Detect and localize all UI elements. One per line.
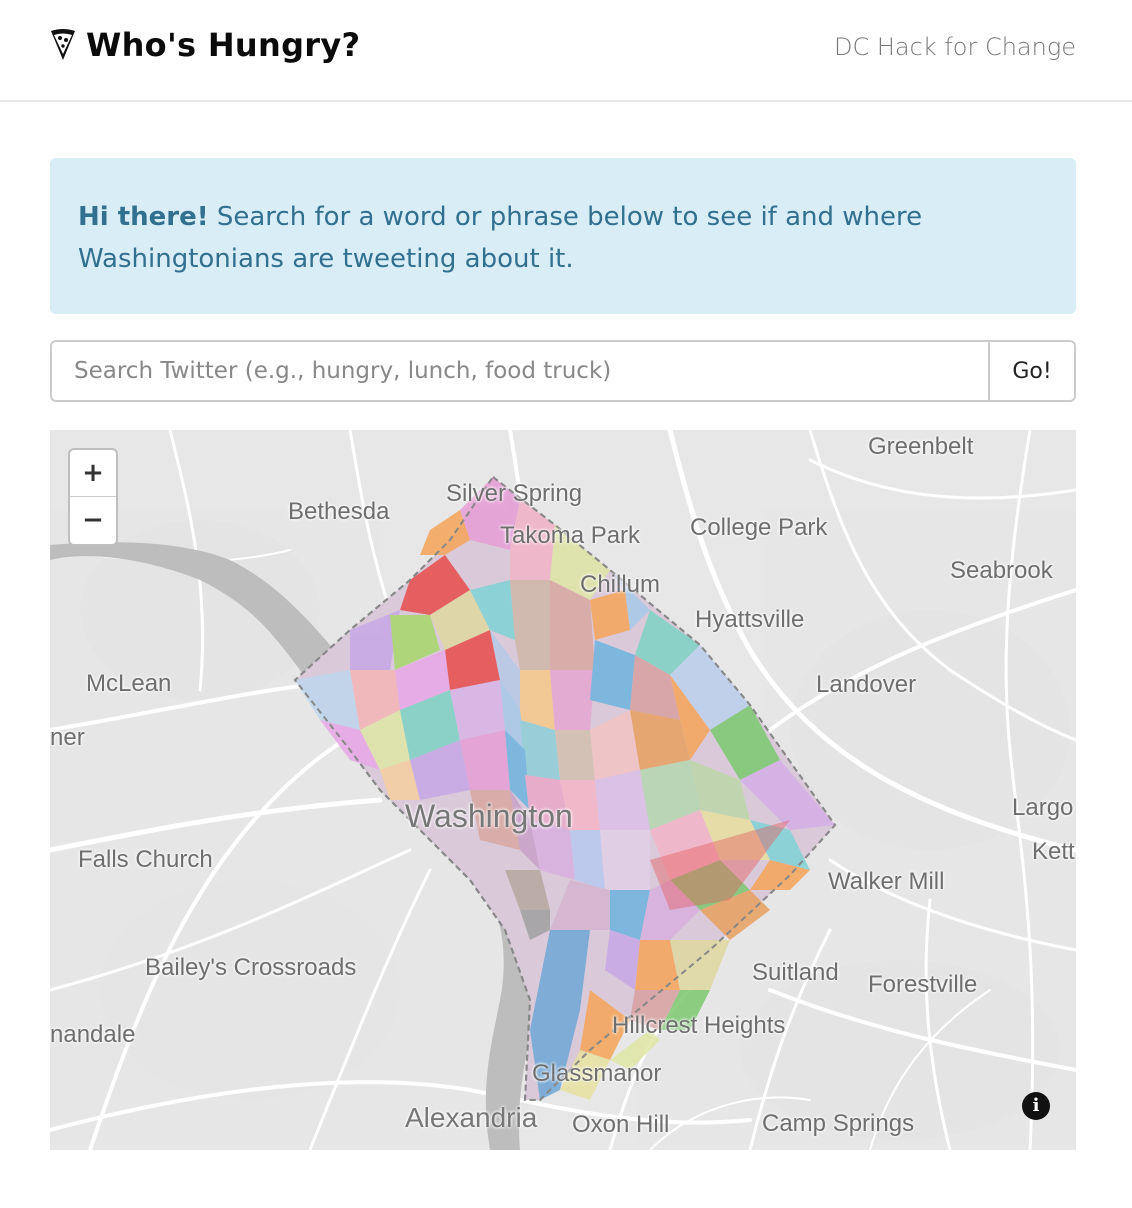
- map-label-largo: Largo: [1012, 794, 1074, 821]
- map-label-bethesda: Bethesda: [288, 498, 390, 525]
- map-label-mclean: McLean: [86, 670, 172, 697]
- map-label-suitland: Suitland: [752, 959, 839, 986]
- map-label-forestville: Forestville: [868, 971, 978, 998]
- info-icon[interactable]: i: [1022, 1092, 1050, 1120]
- map-label-silver-spring: Silver Spring: [446, 480, 583, 507]
- info-alert: Hi there! Search for a word or phrase be…: [50, 158, 1076, 314]
- zoom-control: + −: [68, 448, 118, 546]
- map-label-annandale: nandale: [50, 1021, 136, 1048]
- map-label-chillum: Chillum: [580, 571, 661, 598]
- map-label-washington: Washington: [405, 798, 573, 834]
- map-label-baileys-crossroads: Bailey's Crossroads: [145, 954, 357, 981]
- navbar: Who's Hungry? DC Hack for Change: [0, 0, 1132, 102]
- alert-greeting: Hi there!: [78, 202, 209, 232]
- go-button[interactable]: Go!: [988, 340, 1076, 402]
- map-label-glassmanor: Glassmanor: [532, 1060, 662, 1087]
- search-bar: Go!: [50, 340, 1076, 402]
- pizza-slice-icon: [50, 28, 76, 62]
- brand-title: Who's Hungry?: [86, 26, 361, 64]
- map-label-college-park: College Park: [690, 514, 828, 541]
- map-label-walker-mill: Walker Mill: [828, 868, 945, 895]
- map[interactable]: Greenbelt Bethesda Silver Spring Takoma …: [50, 430, 1076, 1150]
- map-label-oxon-hill: Oxon Hill: [572, 1111, 670, 1138]
- map-label-kettering: Kett: [1032, 838, 1075, 865]
- brand-link[interactable]: Who's Hungry?: [50, 26, 360, 64]
- map-label-landover: Landover: [816, 671, 917, 698]
- map-label-takoma-park: Takoma Park: [500, 522, 641, 549]
- search-input[interactable]: [50, 340, 988, 402]
- map-label-hillcrest-heights: Hillcrest Heights: [612, 1012, 786, 1039]
- map-label-falls-church: Falls Church: [78, 846, 213, 873]
- map-label-alexandria: Alexandria: [405, 1102, 538, 1133]
- map-label-seabrook: Seabrook: [950, 557, 1053, 584]
- map-label-hyattsville: Hyattsville: [695, 606, 805, 633]
- zoom-out-button[interactable]: −: [70, 497, 116, 544]
- map-label-camp-springs: Camp Springs: [762, 1110, 915, 1137]
- dc-hack-link[interactable]: DC Hack for Change: [834, 33, 1076, 61]
- zoom-in-button[interactable]: +: [70, 450, 116, 497]
- map-label-greenbelt: Greenbelt: [868, 433, 974, 460]
- map-label-vienna: ner: [50, 724, 85, 751]
